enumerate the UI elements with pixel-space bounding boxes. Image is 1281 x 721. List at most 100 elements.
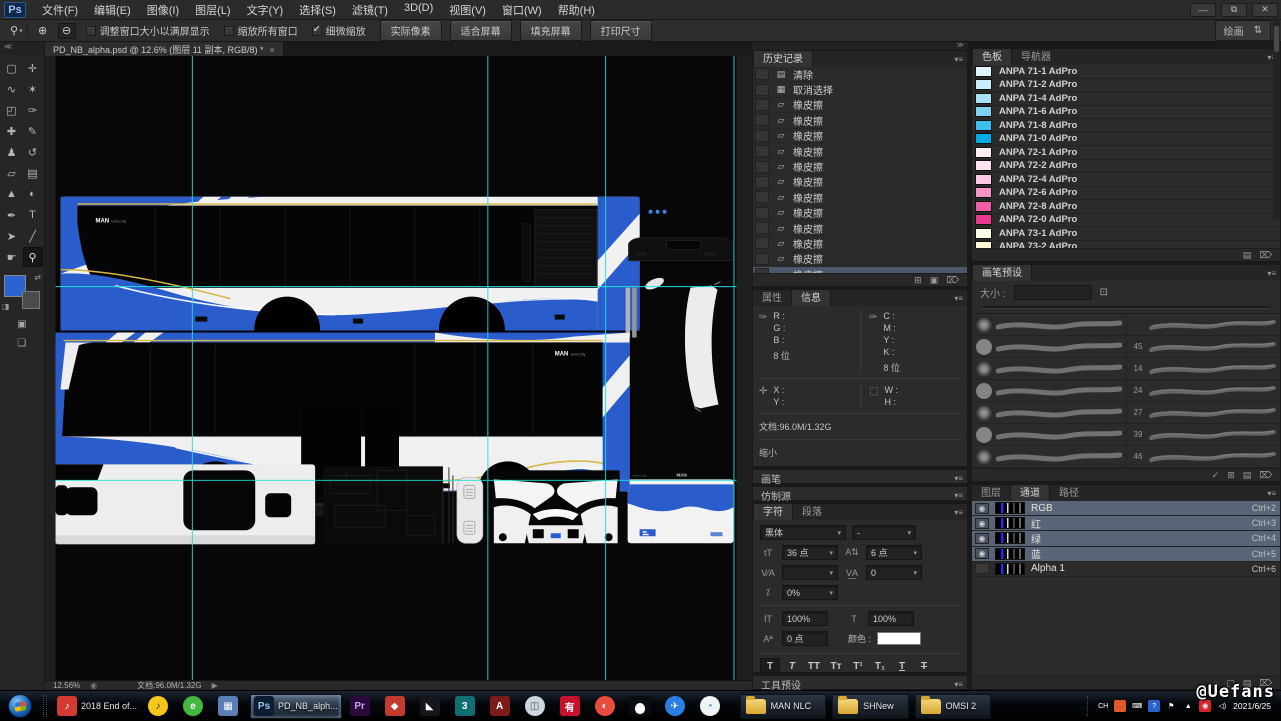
zoom-tool-icon[interactable]: ⚲▾ [6,23,28,38]
dodge-tool[interactable]: ◐ [23,184,43,204]
history-source-checkbox[interactable] [755,253,769,265]
history-source-checkbox[interactable] [755,237,769,249]
baseline-shift-input[interactable]: 0 点 [782,631,828,646]
menu-item[interactable]: 滤镜(T) [344,0,396,20]
options-button[interactable]: 适合屏幕 [450,20,512,41]
taskbar-app-button[interactable]: ♪ [145,694,175,719]
menu-item[interactable]: 视图(V) [441,0,494,20]
options-button[interactable]: 打印尺寸 [590,20,652,41]
kerning-select[interactable]: ▾ [782,565,838,580]
tray-icon[interactable]: ⌨ [1131,700,1143,712]
visibility-eye-icon[interactable]: ◉ [975,503,989,514]
history-state-row[interactable]: ▤ 清除 [753,67,967,82]
swatches-footer-icon[interactable]: ▤ [1243,250,1252,261]
taskbar-app-button[interactable]: ◫ [522,694,552,719]
swatch-row[interactable]: ANPA 71-6 AdPro [972,106,1280,120]
background-color[interactable] [22,291,40,309]
swatch-color-chip[interactable] [975,66,992,77]
brush-preview-toggle-icon[interactable]: ⊡ [1100,287,1108,298]
font-style-select[interactable]: -▾ [852,525,916,540]
history-source-checkbox[interactable] [755,68,769,80]
swap-colors-icon[interactable]: ⇄ [34,273,41,282]
text-style-button[interactable]: T¹ [848,658,868,673]
tool-presets-panel-header[interactable]: 工具预设▾≡ [752,675,968,690]
tray-icon[interactable] [1114,700,1126,712]
brush-preset-left[interactable] [972,358,1126,380]
magic-wand-tool[interactable]: ✶ [23,79,43,99]
document-tab[interactable]: PD_NB_alpha.psd @ 12.6% (图层 11 副本, RGB/8… [45,42,284,56]
brush-size-input[interactable] [1014,285,1092,300]
text-color-swatch[interactable] [877,632,921,645]
history-source-checkbox[interactable] [755,222,769,234]
visibility-eye-icon[interactable]: ◉ [975,533,989,544]
channel-row[interactable]: ◉ 红 Ctrl+3 [972,516,1280,531]
swatch-row[interactable]: ANPA 72-0 AdPro [972,214,1280,228]
swatch-row[interactable]: ANPA 72-8 AdPro [972,200,1280,214]
options-button[interactable]: 实际像素 [380,20,442,41]
taskbar-app-button[interactable] [627,694,657,719]
text-style-button[interactable]: Tᴛ [826,658,846,673]
history-source-checkbox[interactable] [755,191,769,203]
swatch-color-chip[interactable] [975,160,992,171]
swatch-color-chip[interactable] [975,241,992,248]
brush-preset-right[interactable]: 39 [1126,424,1280,446]
tab-close-icon[interactable]: × [270,45,275,55]
swatch-row[interactable]: ANPA 71-2 AdPro [972,79,1280,93]
checkbox-icon[interactable] [224,26,234,36]
brush-preset-right[interactable]: 45 [1126,336,1280,358]
swatch-color-chip[interactable] [975,174,992,185]
swatch-color-chip[interactable] [975,228,992,239]
swatch-color-chip[interactable] [975,120,992,131]
tray-icon[interactable]: ⚑ [1165,700,1177,712]
brush-footer-icon[interactable]: ▤ [1243,470,1252,481]
taskbar-app-button[interactable]: 有 [557,694,587,719]
font-family-select[interactable]: 黑体▾ [760,525,846,540]
channel-row[interactable]: ◉ 绿 Ctrl+4 [972,531,1280,546]
channel-row[interactable]: ◉ 蓝 Ctrl+5 [972,547,1280,562]
default-colors-icon[interactable]: ◨ [2,302,10,311]
tray-icon[interactable]: CH [1097,700,1109,712]
brush-footer-icon[interactable]: ✓ [1212,470,1220,481]
eyedropper-tool[interactable]: ✑ [23,100,43,120]
move-tool[interactable]: ✛ [23,58,43,78]
brush-footer-icon[interactable]: ⌦ [1259,470,1272,481]
tab-character[interactable]: 字符 [753,503,793,520]
brush-panel-menu-icon[interactable]: ▾≡ [1267,269,1276,278]
history-source-checkbox[interactable] [755,161,769,173]
tab-navigator[interactable]: 导航器 [1012,48,1060,65]
horizontal-scale-input[interactable]: 100% [868,611,914,626]
option-checkbox[interactable]: 缩放所有窗口 [224,23,298,38]
history-source-checkbox[interactable] [755,84,769,96]
taskbar-app-button[interactable]: ♪ 2018 End of... [54,694,140,719]
tab-paths[interactable]: 路径 [1050,484,1088,501]
text-style-button[interactable]: T₁ [870,658,890,673]
text-style-button[interactable]: T [892,658,912,673]
pen-tool[interactable]: ✒ [2,205,22,225]
options-button[interactable]: 填充屏幕 [520,20,582,41]
menu-item[interactable]: 帮助(H) [550,0,603,20]
history-state-row[interactable]: ▱ 橡皮擦 [753,190,967,205]
taskbar-app-button[interactable]: e [180,694,210,719]
gradient-tool[interactable]: ▤ [23,163,43,183]
clone-stamp-tool[interactable]: ♟ [2,142,22,162]
path-selection-tool[interactable]: ➤ [2,226,22,246]
crop-tool[interactable]: ◰ [2,100,22,120]
swatch-row[interactable]: ANPA 71-1 AdPro [972,65,1280,79]
info-panel-menu-icon[interactable]: ▾≡ [954,294,963,303]
swatch-row[interactable]: ANPA 71-8 AdPro [972,119,1280,133]
history-source-checkbox[interactable] [755,268,769,273]
text-style-button[interactable]: T [782,658,802,673]
tab-channels[interactable]: 通道 [1010,484,1050,501]
history-state-row[interactable]: ▱ 橡皮擦 [753,252,967,267]
tab-paragraph[interactable]: 段落 [793,503,831,520]
history-brush-tool[interactable]: ↺ [23,142,43,162]
history-state-row[interactable]: ▱ 橡皮擦 [753,129,967,144]
taskbar-folder-button[interactable]: OMSI 2 [915,694,992,719]
swatch-row[interactable]: ANPA 71-4 AdPro [972,92,1280,106]
tray-icon[interactable]: ▲ [1182,700,1194,712]
history-source-checkbox[interactable] [755,130,769,142]
swatch-color-chip[interactable] [975,93,992,104]
zoom-in-button[interactable]: ⊕ [34,23,52,39]
history-state-row[interactable]: ▱ 橡皮擦 [753,221,967,236]
menu-item[interactable]: 选择(S) [291,0,344,20]
